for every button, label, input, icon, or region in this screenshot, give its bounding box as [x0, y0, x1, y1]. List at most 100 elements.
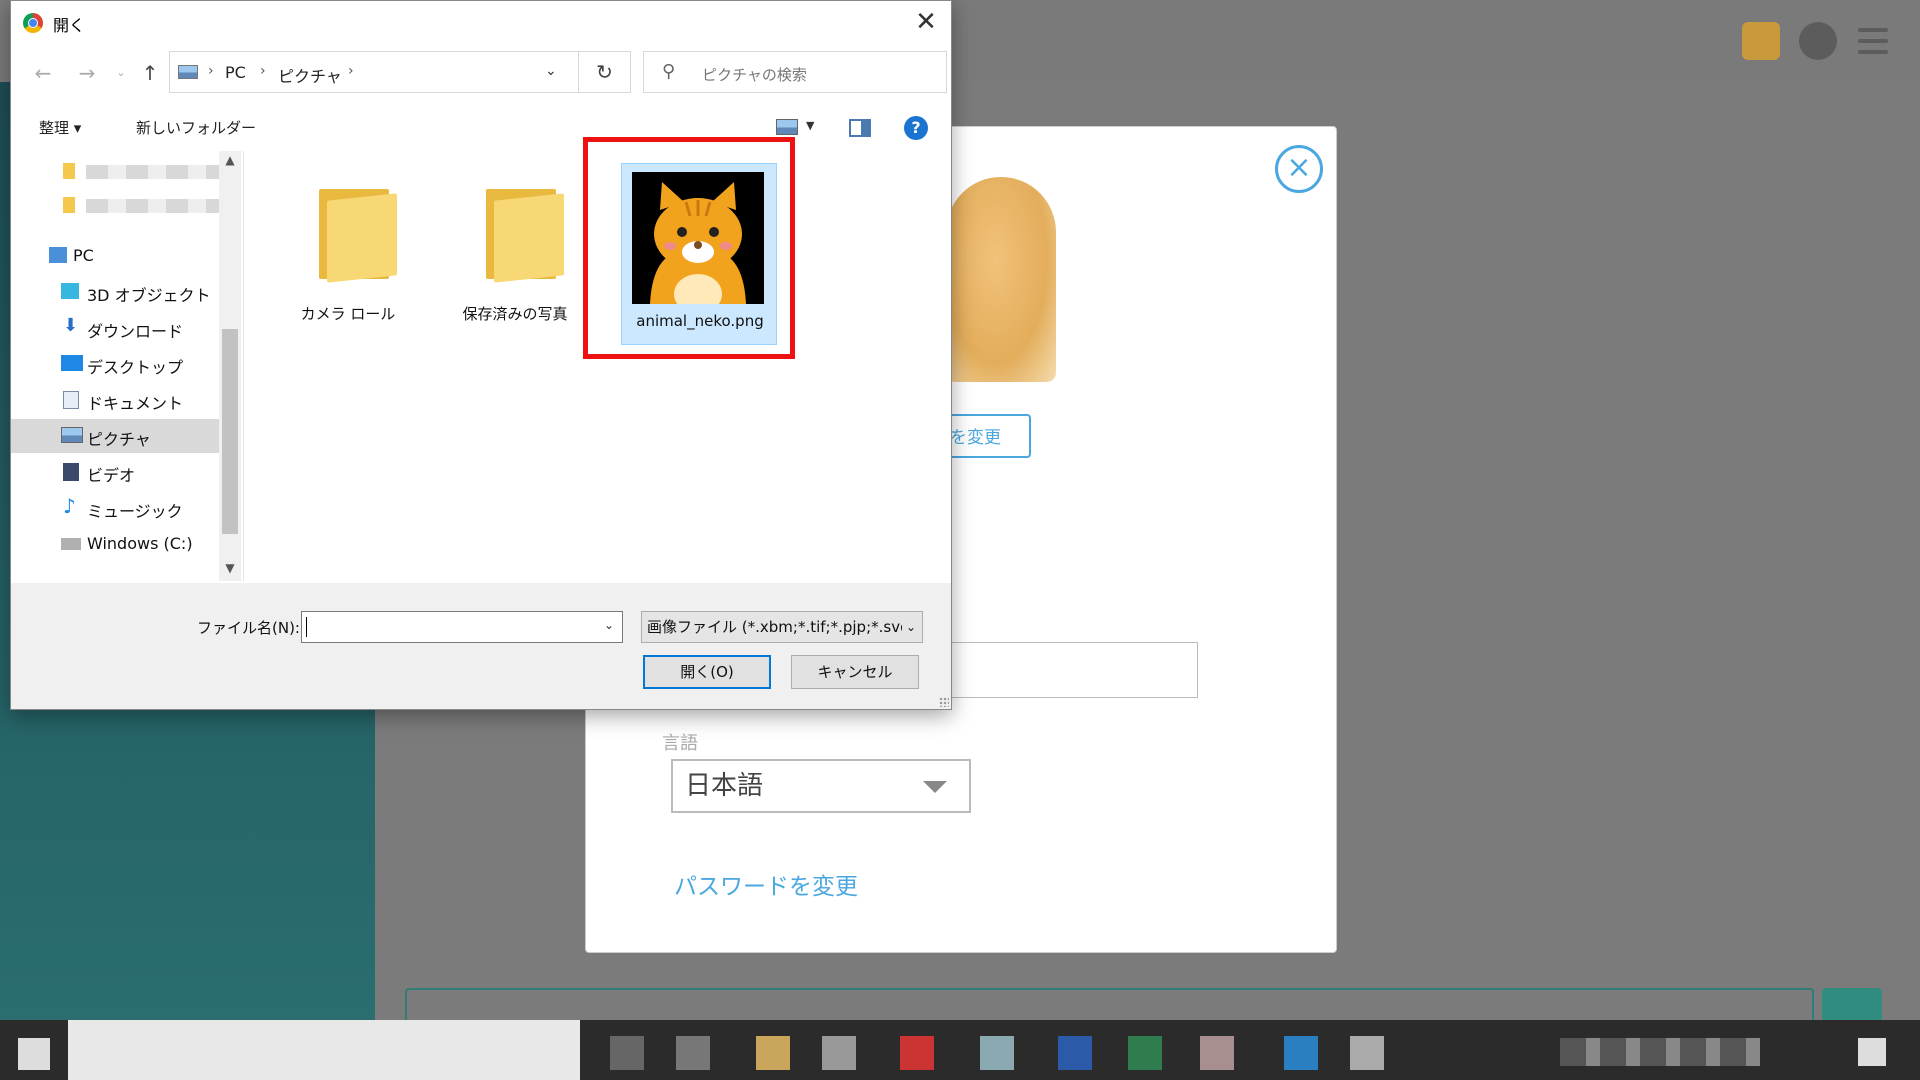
chevron-right-icon: ›	[260, 63, 266, 79]
notification-icon[interactable]	[1858, 1038, 1886, 1066]
document-icon	[63, 391, 79, 409]
nav-item-quick-access[interactable]	[11, 155, 221, 189]
annotation-highlight	[583, 137, 795, 359]
nav-scrollbar[interactable]: ▲ ▼	[219, 151, 241, 581]
system-tray[interactable]	[1560, 1038, 1760, 1066]
nav-item-label: ドキュメント	[87, 394, 184, 413]
video-icon	[63, 463, 79, 481]
nav-item-label: 3D オブジェクト	[87, 286, 211, 305]
chrome-icon	[23, 13, 43, 33]
blurred-label	[86, 165, 221, 179]
file-open-dialog: 開く ✕ ← → ⌄ ↑ › PC › ピクチャ › ⌄ ↻ ⚲ ピクチャの検索…	[10, 0, 952, 710]
nav-item-downloads[interactable]: ⬇ ダウンロード	[11, 311, 219, 345]
nav-item-label: Windows (C:)	[87, 534, 193, 553]
up-arrow-icon[interactable]: ↑	[136, 59, 164, 87]
recent-locations-icon[interactable]: ⌄	[107, 59, 135, 87]
filetype-select[interactable]: 画像ファイル (*.xbm;*.tif;*.pjp;*.svg ⌄	[641, 611, 923, 643]
file-label: カメラ ロール	[300, 305, 396, 323]
language-value: 日本語	[685, 771, 764, 801]
change-view-icon[interactable]	[776, 119, 798, 135]
nav-item-pc[interactable]: PC	[11, 239, 219, 273]
filetype-value: 画像ファイル (*.xbm;*.tif;*.pjp;*.svg	[647, 618, 910, 636]
scroll-up-icon[interactable]: ▲	[219, 153, 241, 167]
hamburger-menu-icon[interactable]	[1858, 28, 1888, 58]
nav-item-videos[interactable]: ビデオ	[11, 455, 219, 489]
back-arrow-icon[interactable]: ←	[29, 59, 57, 87]
nav-item-label: デスクトップ	[87, 358, 184, 377]
pc-icon	[49, 247, 67, 263]
nav-item-label: ピクチャ	[87, 430, 151, 449]
new-folder-button[interactable]: 新しいフォルダー	[136, 117, 256, 138]
music-icon: ♪	[63, 494, 76, 518]
folder-icon	[63, 197, 75, 213]
change-password-link[interactable]: パスワードを変更	[674, 867, 858, 901]
dropdown-arrow-icon	[923, 781, 947, 793]
caret-down-icon[interactable]: ▼	[806, 119, 814, 132]
nav-item-label: ビデオ	[87, 466, 136, 485]
taskbar-app-icon[interactable]	[1128, 1036, 1162, 1070]
cancel-button[interactable]: キャンセル	[791, 655, 919, 689]
address-bar[interactable]: › PC › ピクチャ › ⌄	[169, 51, 579, 93]
taskbar-app-icon[interactable]	[900, 1036, 934, 1070]
taskbar-app-icon[interactable]	[676, 1036, 710, 1070]
scroll-thumb[interactable]	[222, 329, 238, 534]
preview-pane-icon[interactable]	[849, 119, 871, 137]
file-label: 保存済みの写真	[462, 305, 568, 323]
forward-arrow-icon[interactable]: →	[73, 59, 101, 87]
nav-item-documents[interactable]: ドキュメント	[11, 383, 219, 417]
taskbar-app-icon[interactable]	[610, 1036, 644, 1070]
resize-grip[interactable]	[939, 697, 949, 707]
nav-item-label: ダウンロード	[87, 322, 184, 341]
user-avatar[interactable]	[1742, 22, 1780, 60]
taskbar-search[interactable]	[68, 1020, 580, 1080]
chat-icon[interactable]	[1799, 22, 1837, 60]
taskbar	[0, 1020, 1920, 1080]
language-label: 言語	[662, 733, 698, 754]
taskbar-app-icon[interactable]	[1350, 1036, 1384, 1070]
open-button[interactable]: 開く(O)	[643, 655, 771, 689]
language-select[interactable]: 日本語	[671, 759, 971, 813]
nav-item-desktop[interactable]: デスクトップ	[11, 347, 219, 381]
organize-button[interactable]: 整理 ▾	[39, 117, 81, 138]
nav-item-pictures[interactable]: ピクチャ	[11, 419, 219, 453]
nav-item-windows-drive[interactable]: Windows (C:)	[11, 527, 219, 561]
dialog-toolbar: 整理 ▾ 新しいフォルダー ▼ ?	[11, 109, 951, 149]
folder-icon	[486, 189, 564, 283]
chevron-down-icon[interactable]: ⌄	[604, 618, 614, 632]
3d-objects-icon	[61, 283, 79, 299]
taskbar-app-icon[interactable]	[1284, 1036, 1318, 1070]
help-icon[interactable]: ?	[904, 116, 928, 140]
dialog-footer: ファイル名(N): ⌄ 画像ファイル (*.xbm;*.tif;*.pjp;*.…	[11, 583, 951, 709]
nav-item-music[interactable]: ♪ ミュージック	[11, 491, 219, 525]
navigation-pane: PC 3D オブジェクト ⬇ ダウンロード デスクトップ ドキュメント ピクチャ…	[11, 151, 244, 581]
chevron-down-icon[interactable]: ⌄	[545, 63, 557, 79]
scroll-down-icon[interactable]: ▼	[219, 561, 241, 575]
breadcrumb-pictures[interactable]: ピクチャ	[278, 63, 342, 87]
file-item-camera-roll[interactable]: カメラ ロール	[283, 161, 413, 331]
download-icon: ⬇	[63, 315, 79, 336]
chevron-down-icon: ⌄	[901, 612, 916, 642]
start-button[interactable]	[18, 1038, 50, 1070]
search-placeholder: ピクチャの検索	[702, 66, 807, 84]
refresh-icon[interactable]: ↻	[579, 51, 631, 93]
nav-item-label: ミュージック	[87, 502, 183, 521]
pictures-icon	[61, 427, 83, 443]
filename-input[interactable]: ⌄	[301, 611, 623, 643]
drive-icon	[61, 538, 81, 550]
close-icon[interactable]: ×	[1275, 145, 1323, 193]
breadcrumb-pc[interactable]: PC	[225, 63, 246, 82]
blurred-label	[86, 199, 221, 213]
taskbar-app-icon[interactable]	[756, 1036, 790, 1070]
nav-item-quick-access[interactable]	[11, 189, 221, 223]
taskbar-app-icon[interactable]	[980, 1036, 1014, 1070]
desktop-icon	[61, 355, 83, 371]
navigation-row: ← → ⌄ ↑ › PC › ピクチャ › ⌄ ↻ ⚲ ピクチャの検索	[11, 49, 951, 99]
nav-item-3d-objects[interactable]: 3D オブジェクト	[11, 275, 219, 309]
close-icon[interactable]: ✕	[911, 7, 941, 37]
taskbar-app-icon[interactable]	[822, 1036, 856, 1070]
file-item-saved-pictures[interactable]: 保存済みの写真	[450, 161, 580, 331]
search-input[interactable]: ⚲ ピクチャの検索	[643, 51, 947, 93]
taskbar-app-icon[interactable]	[1058, 1036, 1092, 1070]
filename-label: ファイル名(N):	[197, 619, 300, 637]
taskbar-app-icon[interactable]	[1200, 1036, 1234, 1070]
